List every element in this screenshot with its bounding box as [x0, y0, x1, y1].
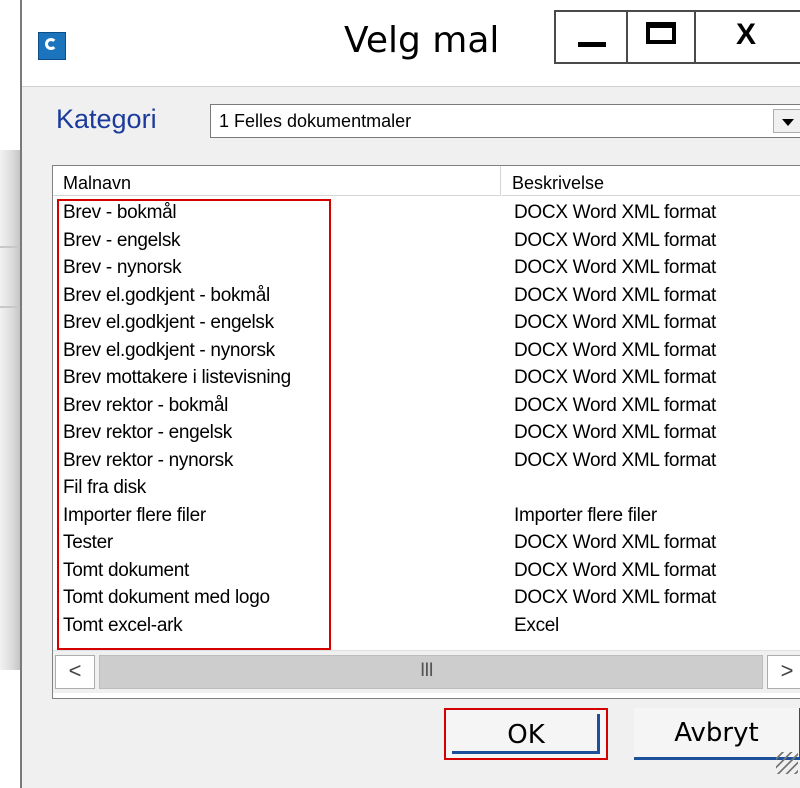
close-icon: X — [736, 18, 757, 51]
column-header-malnavn[interactable]: Malnavn — [53, 166, 501, 196]
column-header-beskrivelse[interactable]: Beskrivelse — [502, 166, 800, 196]
maximize-icon — [646, 22, 676, 44]
template-description: DOCX Word XML format — [514, 312, 716, 333]
template-description: DOCX Word XML format — [514, 559, 716, 581]
cancel-button-label: Avbryt — [674, 718, 759, 748]
app-e-icon[interactable] — [38, 32, 66, 60]
template-description: Importer flere filer — [514, 504, 657, 526]
resize-grip-icon[interactable] — [776, 752, 798, 774]
scroll-right-button[interactable]: > — [767, 655, 800, 689]
template-description: DOCX Word XML format — [514, 284, 716, 306]
template-description: DOCX Word XML format — [514, 257, 716, 278]
velg-mal-dialog: Velg mal X Kategori 1 Felles dokumentmal… — [20, 0, 800, 788]
template-description: DOCX Word XML format — [514, 367, 716, 388]
window-title: Velg mal — [344, 20, 500, 61]
minimize-button[interactable] — [554, 10, 628, 64]
template-description: DOCX Word XML format — [514, 202, 716, 223]
scroll-thumb[interactable]: III — [99, 655, 763, 689]
title-bar[interactable]: Velg mal X — [22, 0, 800, 87]
template-description: DOCX Word XML format — [514, 532, 716, 553]
template-description: DOCX Word XML format — [514, 339, 716, 361]
ok-button-face — [452, 714, 600, 754]
template-description: DOCX Word XML format — [514, 449, 716, 471]
template-description: DOCX Word XML format — [514, 394, 716, 416]
template-description: DOCX Word XML format — [514, 422, 716, 443]
template-list[interactable]: Malnavn Beskrivelse Brev - bokmål DOCX Wo… — [52, 165, 800, 699]
template-description: DOCX Word XML format — [514, 587, 716, 608]
kategori-selected-value: 1 Felles dokumentmaler — [219, 111, 412, 131]
scroll-left-button[interactable]: < — [55, 655, 95, 689]
template-description: Excel — [514, 614, 559, 636]
template-description: DOCX Word XML format — [514, 229, 716, 251]
ok-button[interactable]: OK — [444, 708, 608, 760]
chevron-down-icon[interactable] — [773, 109, 800, 133]
scroll-thumb-grip: III — [420, 660, 434, 681]
close-button[interactable]: X — [694, 10, 800, 64]
horizontal-scrollbar[interactable]: < III > — [53, 650, 800, 693]
name-column-highlight — [57, 199, 331, 650]
minimize-icon — [578, 42, 606, 47]
kategori-label: Kategori — [56, 104, 157, 134]
maximize-button[interactable] — [626, 10, 696, 64]
kategori-select[interactable]: 1 Felles dokumentmaler — [210, 104, 800, 138]
